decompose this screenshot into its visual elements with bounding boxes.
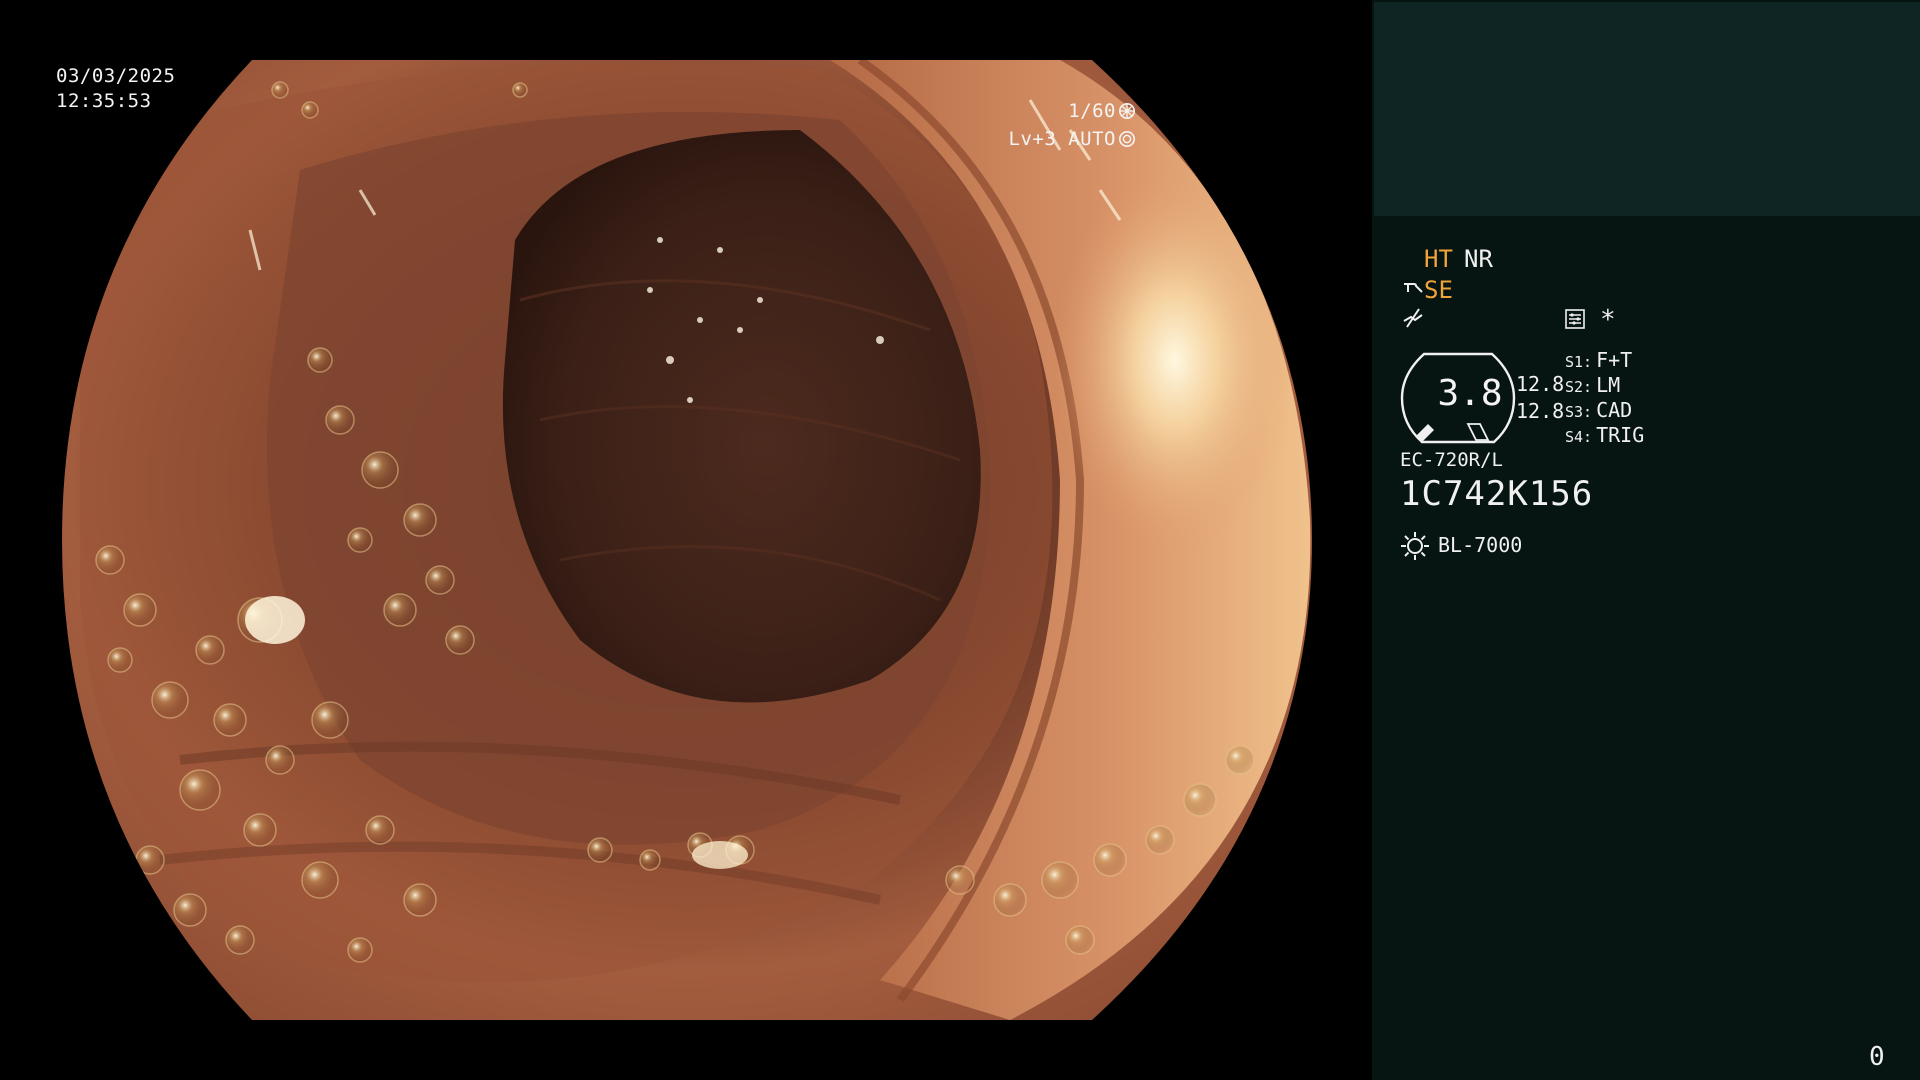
slot-s1: S1: F+T: [1565, 348, 1632, 372]
star-indicator: *: [1600, 305, 1616, 335]
ht-indicator: HT: [1424, 245, 1453, 273]
shutter-icon: [1118, 102, 1136, 120]
nr-indicator: NR: [1464, 245, 1493, 273]
gauge-number-bottom: 12.8: [1516, 399, 1565, 423]
iris-mode: Lv+3 AUTO: [1009, 127, 1136, 151]
se-indicator: SE: [1424, 276, 1453, 304]
slot-s3-value: CAD: [1596, 398, 1633, 422]
gauge-value: 3.8: [1437, 373, 1503, 414]
scope-model: EC-720R/L: [1400, 449, 1503, 471]
iris-mode-value: Lv+3 AUTO: [1008, 128, 1116, 150]
gauge-number-top: 12.8: [1516, 372, 1565, 396]
shutter-speed-value: 1/60: [1068, 100, 1116, 122]
slot-s4-value: TRIG: [1596, 423, 1645, 447]
slot-s2-value: LM: [1596, 373, 1621, 397]
settings-icon: [1565, 309, 1585, 329]
slot-s1-value: F+T: [1596, 348, 1633, 372]
scope-serial: 1C742K156: [1400, 474, 1594, 514]
sun-icon: [1401, 532, 1429, 560]
flat-icon: [1403, 308, 1423, 328]
video-time: 12:35:53: [56, 90, 152, 112]
slot-s3: S3: CAD: [1565, 398, 1632, 422]
se-icon: [1404, 283, 1423, 293]
slot-s4: S4: TRIG: [1565, 423, 1644, 447]
light-source-model: BL-7000: [1438, 533, 1523, 557]
slot-s2-key: S2:: [1565, 378, 1593, 396]
endoscopy-image: [62, 60, 1312, 1020]
slot-s2: S2: LM: [1565, 373, 1620, 397]
status-panel: HT NR SE * 3.8 12.8 12.8 S1: F+T S2: LM S3…: [1372, 0, 1920, 1080]
frame-counter: 0: [1869, 1042, 1885, 1072]
shutter-speed: 1/60: [1068, 99, 1136, 123]
slot-s4-key: S4:: [1565, 428, 1593, 446]
panel-header-area: [1374, 2, 1920, 216]
video-date: 03/03/2025: [56, 65, 176, 87]
endoscopy-video-area: 03/03/2025 12:35:53 1/60 Lv+3 AUTO: [0, 0, 1372, 1080]
slot-s1-key: S1:: [1565, 353, 1593, 371]
slot-s3-key: S3:: [1565, 403, 1593, 421]
iris-icon: [1118, 130, 1136, 148]
